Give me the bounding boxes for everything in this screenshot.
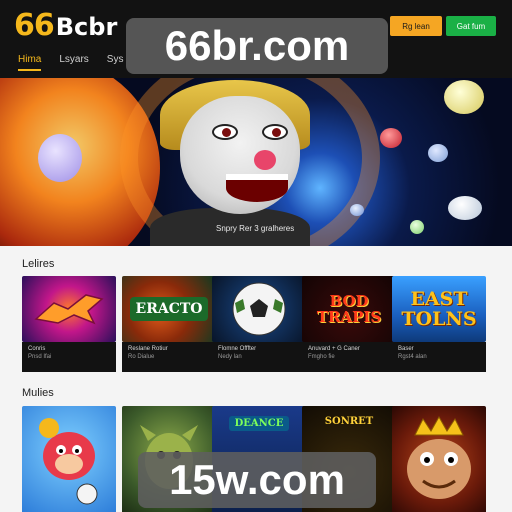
- joker-eye-left: [212, 124, 238, 140]
- game-title-art: SONRET: [324, 416, 374, 427]
- game-provider: Nedy lan: [218, 354, 242, 360]
- game-provider: Ro Dialue: [128, 354, 155, 360]
- site-logo[interactable]: 66 Bcbr: [14, 8, 117, 44]
- game-provider: Pnsd Ifai: [28, 354, 52, 360]
- game-provider: Fmgho fie: [308, 354, 335, 360]
- game-info: Reslane Rotiur Ro Dialue: [122, 342, 216, 372]
- game-name: Reslane Rotiur: [128, 346, 168, 352]
- watermark-top: 66br.com: [126, 18, 388, 74]
- section-title-featured: Lelires: [22, 258, 55, 270]
- game-name: Conris: [28, 346, 46, 352]
- game-thumbnail: [22, 406, 116, 512]
- game-tile[interactable]: [22, 276, 116, 342]
- game-thumbnail: [212, 276, 306, 342]
- game-title-art: EAST TOLNS: [401, 288, 477, 330]
- game-tile[interactable]: ERACTO: [122, 276, 216, 342]
- login-button[interactable]: Rg lean: [390, 16, 442, 36]
- game-thumbnail: [392, 406, 486, 512]
- floating-chip: [380, 128, 402, 148]
- game-info: Flomne Offfter Nedy lan: [212, 342, 306, 372]
- hero-banner[interactable]: Snpry Rer 3 gralheres: [0, 78, 512, 246]
- floating-chip: [350, 204, 364, 216]
- game-tile[interactable]: EAST TOLNS: [392, 276, 486, 342]
- cartoon-frog-king-icon: [407, 415, 471, 499]
- register-button[interactable]: Gat fum: [446, 16, 496, 36]
- dragon-icon: [34, 294, 104, 325]
- floating-chip: [448, 196, 482, 220]
- game-tile[interactable]: [392, 406, 486, 512]
- game-title-art: DEANCE: [228, 416, 290, 431]
- nav-item-home[interactable]: Hima: [18, 54, 42, 71]
- game-info: Conris Pnsd Ifai: [22, 342, 116, 372]
- game-info: Baser Rgst4 alan: [392, 342, 486, 372]
- joker-nose: [254, 150, 276, 170]
- joker-eye-right: [262, 124, 288, 140]
- game-thumbnail: EAST TOLNS: [392, 276, 486, 342]
- main-nav: Hima Lsyars Sys: [18, 54, 123, 71]
- floating-chip: [428, 144, 448, 162]
- watermark-bottom: 15w.com: [138, 452, 376, 508]
- game-tile[interactable]: BOD TRAPIS: [302, 276, 396, 342]
- game-thumbnail: BOD TRAPIS: [302, 276, 396, 342]
- banner-caption: Snpry Rer 3 gralheres: [216, 224, 295, 233]
- joker-mouth: [226, 174, 288, 202]
- game-title-art: ERACTO: [129, 297, 209, 321]
- game-provider: Rgst4 alan: [398, 354, 427, 360]
- cartoon-dog-icon: [39, 418, 98, 505]
- soccer-ball-icon: [232, 282, 286, 336]
- floating-chip: [444, 80, 484, 114]
- game-name: Baser: [398, 346, 414, 352]
- game-tile[interactable]: [212, 276, 306, 342]
- floating-chip: [410, 220, 424, 234]
- game-tile[interactable]: [22, 406, 116, 512]
- game-thumbnail: ERACTO: [122, 276, 216, 342]
- nav-item-players[interactable]: Lsyars: [59, 54, 88, 71]
- section-title-mulies: Mulies: [22, 387, 54, 399]
- logo-text: Bcbr: [55, 13, 118, 41]
- game-info: Anuvard + G Caner Fmgho fie: [302, 342, 396, 372]
- nav-item-sys[interactable]: Sys: [107, 54, 124, 71]
- logo-number: 66: [14, 8, 55, 43]
- game-name: Anuvard + G Caner: [308, 346, 360, 352]
- game-thumbnail: [22, 276, 116, 342]
- game-title-art: BOD TRAPIS: [316, 292, 382, 326]
- floating-chip: [38, 134, 82, 182]
- game-name: Flomne Offfter: [218, 346, 257, 352]
